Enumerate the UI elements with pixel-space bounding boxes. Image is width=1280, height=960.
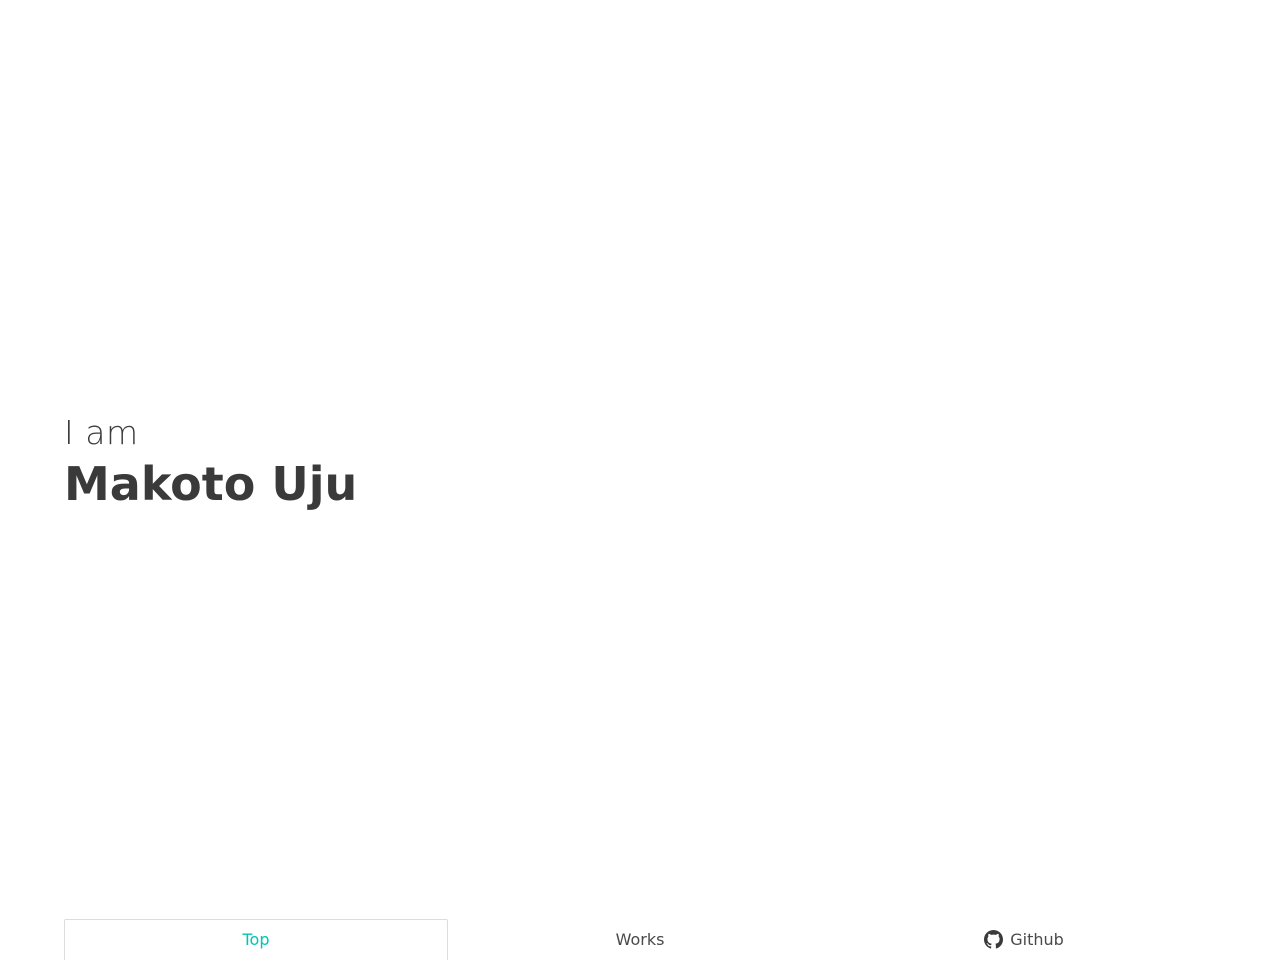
tab-top[interactable]: Top <box>64 919 448 960</box>
bottom-nav: Top Works Github <box>64 919 1216 960</box>
hero: I am Makoto Uju <box>64 412 357 514</box>
page: I am Makoto Uju Top Works Github <box>0 0 1280 960</box>
tab-github-label: Github <box>1010 929 1064 949</box>
hero-intro: I am <box>64 413 139 452</box>
tab-works[interactable]: Works <box>448 919 832 960</box>
github-icon <box>984 929 1004 949</box>
tab-github[interactable]: Github <box>832 919 1216 960</box>
hero-name: Makoto Uju <box>64 457 358 511</box>
tab-works-label: Works <box>615 929 665 949</box>
tab-top-label: Top <box>242 929 270 949</box>
